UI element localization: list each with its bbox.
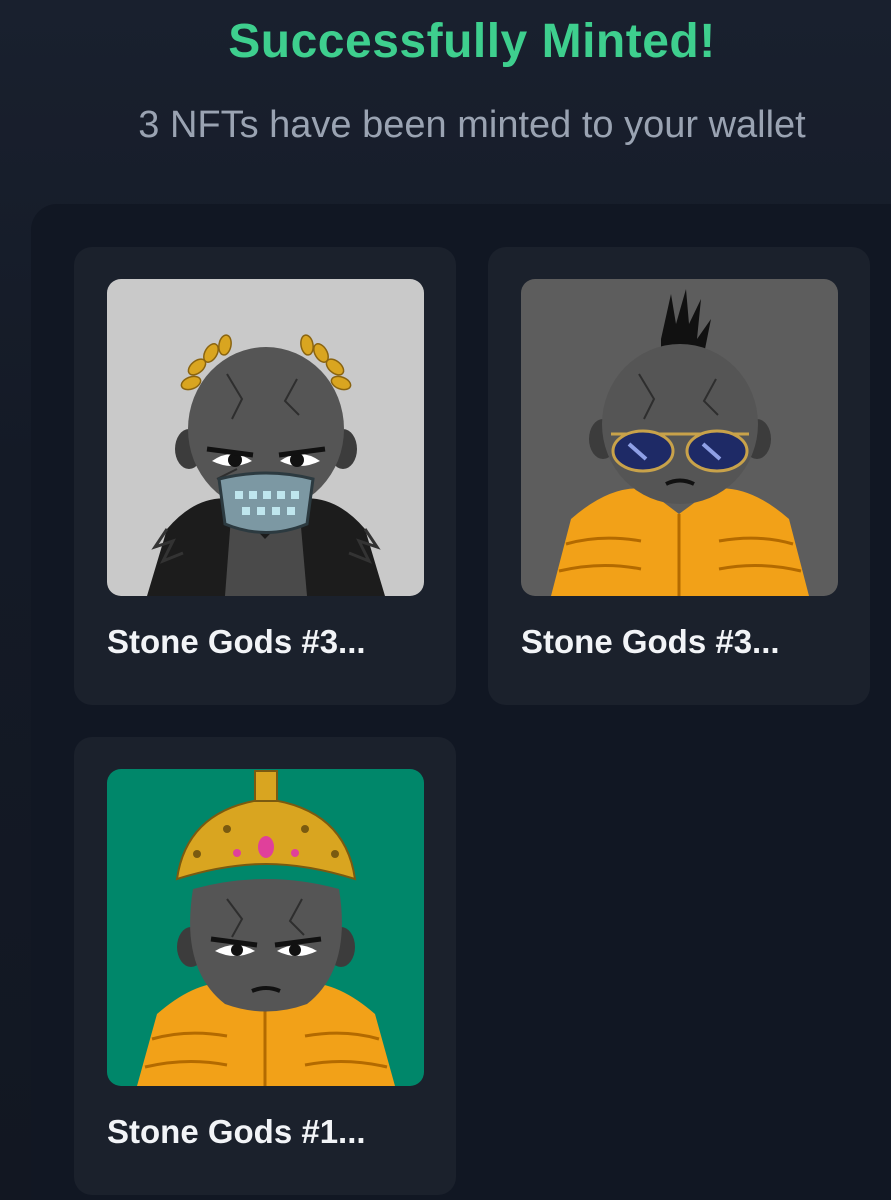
nft-image-2 [521, 279, 838, 596]
nft-card-1[interactable]: Stone Gods #3... [74, 247, 456, 705]
nft-card-2[interactable]: Stone Gods #3... [488, 247, 870, 705]
mint-success-screen: Successfully Minted! 3 NFTs have been mi… [0, 0, 891, 1200]
nft-image-3 [107, 769, 424, 1086]
nft-name-1: Stone Gods #3... [107, 623, 366, 660]
nft-card-3[interactable]: Stone Gods #1... [74, 737, 456, 1195]
minted-nfts-panel: Stone Gods #3... Stone Gods #3... Stone … [31, 204, 891, 1200]
nft-image-1 [107, 279, 424, 596]
page-subtitle: 3 NFTs have been minted to your wallet [138, 104, 806, 146]
nft-name-3: Stone Gods #1... [107, 1113, 366, 1150]
nft-name-2: Stone Gods #3... [521, 623, 780, 660]
page-title: Successfully Minted! [228, 15, 716, 68]
